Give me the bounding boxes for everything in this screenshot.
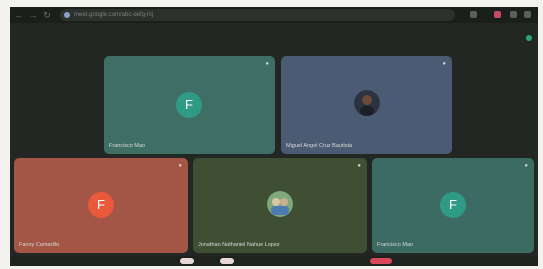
- participant-tile-miguel[interactable]: ● Miguel Angel Cruz Bautista: [281, 56, 452, 154]
- participant-name: Fanny Camarillo: [19, 242, 60, 248]
- address-text: meet.google.com/abc-defg-hij: [74, 12, 154, 18]
- participant-tile-fanny[interactable]: F ● Fanny Camarillo: [14, 158, 188, 253]
- extension-icon-2[interactable]: [510, 11, 517, 18]
- participant-name: Francisco Mao: [377, 242, 414, 248]
- participant-tile-francisco-2[interactable]: F ● Francisco Mao: [372, 158, 534, 253]
- address-bar[interactable]: meet.google.com/abc-defg-hij: [60, 9, 455, 21]
- reload-icon[interactable]: ↻: [42, 10, 52, 20]
- meeting-window: ← → ↻ meet.google.com/abc-defg-hij F ● F…: [10, 7, 538, 266]
- participant-tile-francisco-1[interactable]: F ● Francisco Mao: [104, 56, 275, 154]
- mic-button[interactable]: [180, 258, 194, 264]
- participant-name: Francisco Mao: [109, 143, 146, 149]
- participant-name: Miguel Angel Cruz Bautista: [286, 143, 353, 149]
- mic-off-icon: ●: [524, 163, 528, 169]
- browser-toolbar: ← → ↻ meet.google.com/abc-defg-hij: [10, 7, 538, 23]
- camera-button[interactable]: [220, 258, 234, 264]
- person-photo-icon: [354, 90, 380, 116]
- avatar: F: [176, 92, 202, 118]
- forward-arrow-icon[interactable]: →: [28, 10, 38, 20]
- avatar: [354, 90, 380, 116]
- avatar: F: [440, 192, 466, 218]
- status-dot-icon: [526, 35, 532, 41]
- profile-icon[interactable]: [494, 11, 501, 18]
- avatar: F: [88, 192, 114, 218]
- mic-off-icon: ●: [357, 163, 361, 169]
- mic-off-icon: ●: [442, 61, 446, 67]
- participant-tile-jonathan[interactable]: ● Jonathan Nathaniel Nahue Lopez: [193, 158, 367, 253]
- menu-icon[interactable]: [524, 11, 531, 18]
- mic-off-icon: ●: [178, 163, 182, 169]
- meeting-controls-bar: [10, 256, 538, 266]
- back-arrow-icon[interactable]: ←: [14, 10, 24, 20]
- mic-off-icon: ●: [265, 61, 269, 67]
- leave-call-button[interactable]: [370, 258, 392, 264]
- extension-icon[interactable]: [470, 11, 477, 18]
- group-photo-icon: [267, 191, 293, 217]
- avatar: [267, 191, 293, 217]
- participant-name: Jonathan Nathaniel Nahue Lopez: [198, 242, 280, 248]
- site-info-icon[interactable]: [64, 12, 70, 18]
